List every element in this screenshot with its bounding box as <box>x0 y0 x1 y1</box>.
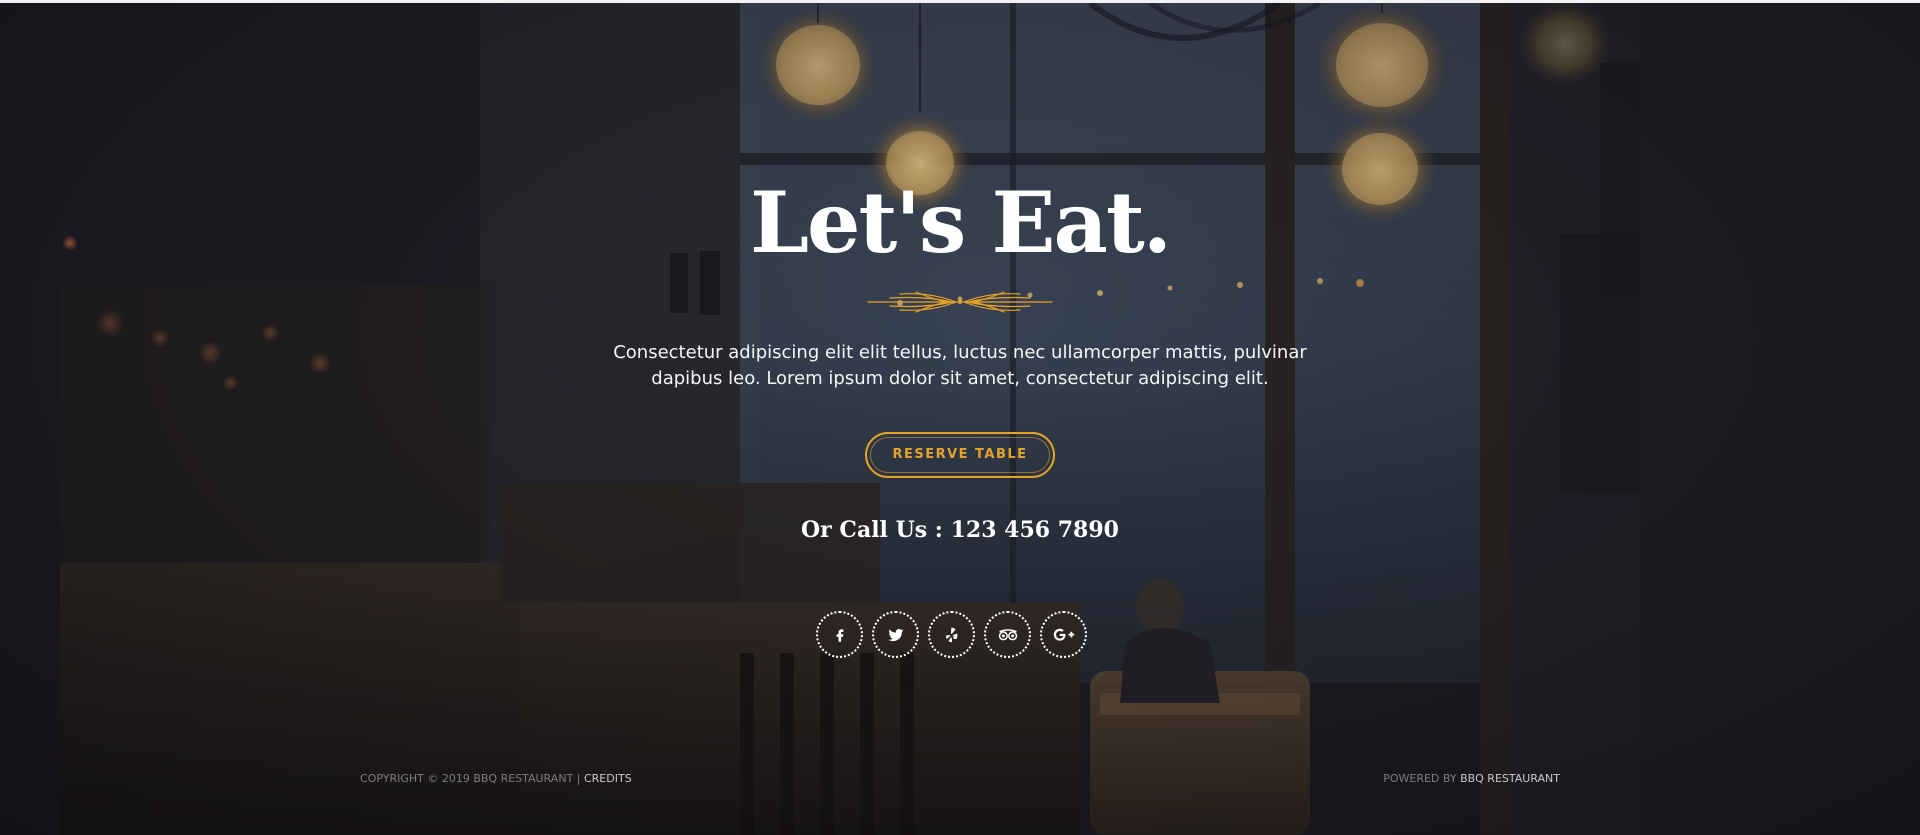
tripadvisor-button[interactable] <box>984 611 1031 658</box>
facebook-button[interactable] <box>816 611 863 658</box>
intro-line-2: dapibus leo. Lorem ipsum dolor sit amet,… <box>651 368 1269 389</box>
intro-paragraph: Consectetur adipiscing elit elit tellus,… <box>560 340 1360 392</box>
twitter-icon <box>887 628 903 641</box>
yelp-button[interactable] <box>928 611 975 658</box>
social-links <box>816 611 1087 661</box>
credits-link[interactable]: CREDITS <box>584 772 632 785</box>
copyright-text: COPYRIGHT © 2019 BBQ RESTAURANT | <box>360 772 581 785</box>
call-us-text: Or Call Us : 123 456 7890 <box>801 517 1119 543</box>
google-plus-button[interactable] <box>1040 611 1087 658</box>
tripadvisor-icon <box>998 628 1017 640</box>
facebook-icon <box>836 628 843 642</box>
powered-by-text: POWERED BY <box>1383 772 1457 785</box>
intro-line-1: Consectetur adipiscing elit elit tellus,… <box>613 342 1307 363</box>
hero-content: Let's Eat. Consectetur adipiscing elit e… <box>0 0 1920 835</box>
google-plus-icon <box>1053 628 1074 641</box>
powered-by-brand-link[interactable]: BBQ RESTAURANT <box>1460 772 1560 785</box>
reserve-table-button[interactable]: RESERVE TABLE <box>865 432 1055 478</box>
hero-section: Let's Eat. Consectetur adipiscing elit e… <box>0 0 1920 835</box>
footer-copyright: COPYRIGHT © 2019 BBQ RESTAURANT | CREDIT… <box>360 771 632 787</box>
hero-title: Let's Eat. <box>749 173 1172 272</box>
top-strip <box>0 0 1920 3</box>
ornament-divider-icon <box>867 291 1053 313</box>
yelp-icon <box>945 627 957 642</box>
footer-powered-by: POWERED BY BBQ RESTAURANT <box>1383 771 1560 787</box>
twitter-button[interactable] <box>872 611 919 658</box>
